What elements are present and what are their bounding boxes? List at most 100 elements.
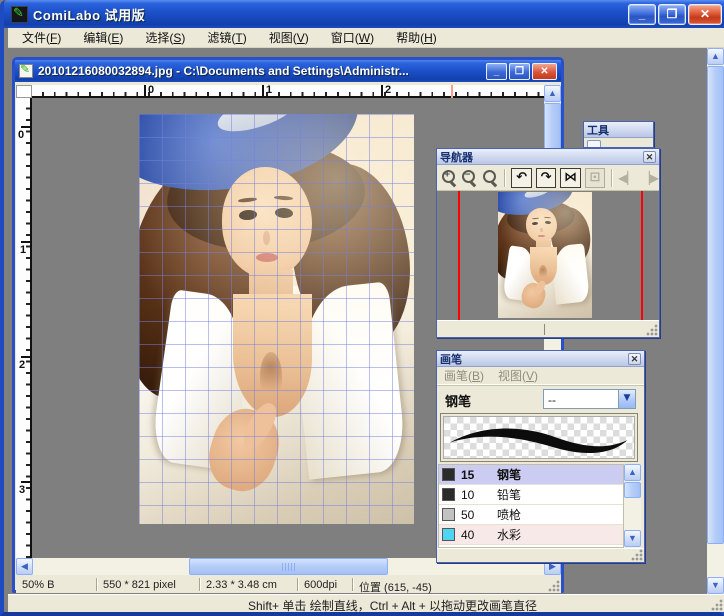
resize-grip[interactable] [548,580,560,592]
brush-name: 喷枪 [497,506,521,523]
maximize-button[interactable]: ❐ [658,4,686,25]
brush-name: 铅笔 [497,486,521,503]
brush-list-item[interactable]: 15 钢笔 [439,465,623,485]
color-swatch [442,488,455,501]
brush-close-icon[interactable]: ✕ [628,353,641,365]
navigator-thumbnail[interactable] [498,192,592,318]
app-logo-icon [11,6,28,23]
ruler-label: 1 [266,85,272,96]
brush-palette-footer [437,548,644,562]
thumbnail-artwork [498,192,592,318]
scroll-up-button[interactable]: ▲ [707,48,724,65]
brush-list-item[interactable]: 40 水彩 [439,525,623,545]
document-titlebar[interactable]: 20101216080032894.jpg - C:\Documents and… [15,60,561,82]
doc-maximize-button[interactable]: ❐ [509,63,530,80]
scroll-left-button[interactable]: ◀ [16,558,33,575]
menu-select[interactable]: 选择(S) [135,27,195,48]
navigator-view[interactable] [437,191,659,320]
ruler-label: 0 [18,130,24,141]
brush-size: 10 [461,488,487,502]
ruler-major-tick [381,85,383,96]
doc-close-button[interactable]: ✕ [532,63,557,80]
resize-grip[interactable] [711,599,723,611]
chevron-down-icon[interactable]: ▼ [618,390,635,408]
brush-list: 15 钢笔 10 铅笔 50 喷枪 40 水彩 [438,464,624,548]
brush-list-item[interactable]: 50 喷枪 [439,505,623,525]
close-button[interactable]: ✕ [688,4,722,25]
rotate-left-icon[interactable]: ↶ [511,168,531,188]
resize-grip[interactable] [646,324,658,336]
ruler-corner-box[interactable] [16,85,32,98]
tools-palette-titlebar[interactable]: 工具 [584,122,653,138]
navigator-toolbar: + − ↶ ↷ ⋈ ⊡ ◀▏ ▕▶ [437,165,659,191]
scroll-down-button[interactable]: ▼ [624,530,641,547]
navigator-zoom-slider[interactable] [437,320,659,337]
rotate-right-icon[interactable]: ↷ [536,168,556,188]
menu-file[interactable]: 文件(F) [12,27,71,48]
menu-window[interactable]: 窗口(W) [321,27,384,48]
ruler-horizontal[interactable]: 0 1 2 [32,85,544,98]
brush-preset-dropdown[interactable]: -- ▼ [543,389,636,409]
doc-minimize-button[interactable]: _ [486,63,507,80]
menu-view[interactable]: 视图(V) [259,27,319,48]
status-position: 位置 (615, -45) [359,579,432,594]
brush-name: 水彩 [497,526,521,543]
guide-marker [451,85,453,98]
brush-palette[interactable]: 画笔 ✕ 画笔(B) 视图(V) 钢笔 -- ▼ [436,350,645,563]
menu-help[interactable]: 帮助(H) [386,27,447,48]
status-size-cm: 2.33 * 3.48 cm [206,579,277,591]
brush-menu-brush[interactable]: 画笔(B) [444,367,484,384]
brush-list-scrollbar[interactable]: ▲ ▼ [624,464,641,548]
minimize-button[interactable]: _ [628,4,656,25]
document-status-bar: 50% B 550 * 821 pixel 2.33 * 3.48 cm 600… [16,577,561,593]
flip-horizontal-icon[interactable]: ⋈ [560,168,580,188]
ruler-label: 1 [20,245,26,256]
navigator-title: 导航器 [440,149,473,165]
brush-stroke-curve [444,417,634,458]
ruler-major-tick [21,126,32,128]
navigator-close-icon[interactable]: ✕ [643,151,656,163]
brush-title: 画笔 [440,351,462,367]
scroll-up-button[interactable]: ▲ [624,464,641,481]
menu-filter[interactable]: 滤镜(T) [197,27,256,48]
brush-list-item[interactable]: 10 铅笔 [439,485,623,505]
brush-titlebar[interactable]: 画笔 ✕ [437,351,644,367]
menu-edit[interactable]: 编辑(E) [73,27,133,48]
ruler-label: 2 [385,85,391,96]
resize-grip[interactable] [631,549,643,561]
toolbar-separator [504,169,505,187]
window-title: ComiLabo 试用版 [33,5,145,24]
main-status-bar: Shift+ 单击 绘制直线，Ctrl + Alt + 以拖动更改画笔直径 [8,594,724,612]
next-icon[interactable]: ▕▶ [641,168,659,188]
color-swatch [442,468,455,481]
zoom-out-icon[interactable]: − [461,169,477,186]
tools-palette[interactable]: 工具 [583,121,654,148]
document-title: 20101216080032894.jpg - C:\Documents and… [38,64,409,78]
brush-size: 15 [461,468,487,482]
zoom-icon[interactable] [482,169,498,186]
scroll-thumb[interactable] [624,482,641,498]
navigator-palette[interactable]: 导航器 ✕ + − ↶ ↷ ⋈ ⊡ ◀▏ ▕▶ [436,148,660,338]
zoom-in-icon[interactable]: + [441,169,457,186]
photo-image[interactable] [139,114,414,524]
status-dpi: 600dpi [304,579,337,591]
rotate-reset-icon[interactable]: ⊡ [585,168,605,188]
scroll-down-button[interactable]: ▼ [707,577,724,594]
brush-menu-bar: 画笔(B) 视图(V) [437,367,644,385]
color-swatch [442,528,455,541]
scroll-thumb[interactable] [707,66,724,544]
scroll-up-button[interactable]: ▲ [544,85,561,102]
ruler-vertical[interactable]: 0 1 2 3 [16,98,32,558]
navigator-titlebar[interactable]: 导航器 ✕ [437,149,659,165]
main-vertical-scrollbar[interactable]: ▲ ▼ [707,48,724,594]
brush-menu-view[interactable]: 视图(V) [498,367,538,384]
previous-icon[interactable]: ◀▏ [618,168,636,188]
ruler-label: 0 [148,85,154,96]
ruler-minor-ticks [32,92,544,96]
tool-button-partial[interactable] [587,140,601,148]
ruler-major-tick [21,241,32,243]
main-titlebar[interactable]: ComiLabo 试用版 _ ❐ ✕ [4,0,724,28]
brush-size: 50 [461,508,487,522]
slider-tick [544,324,545,335]
scroll-thumb[interactable] [189,558,388,575]
